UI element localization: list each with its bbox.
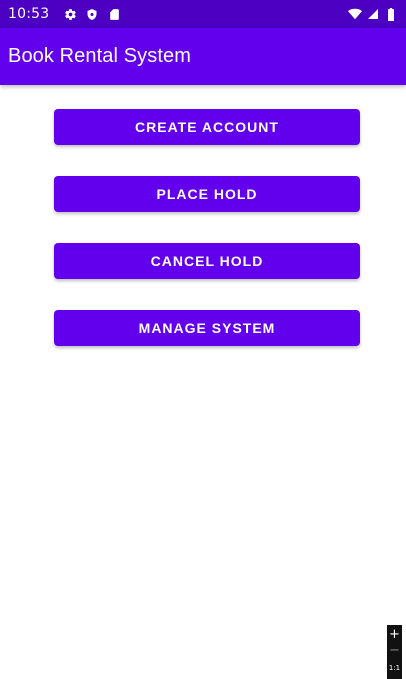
shield-icon	[85, 7, 99, 21]
status-time: 10:53	[8, 6, 50, 22]
place-hold-button[interactable]: PLACE HOLD	[54, 176, 360, 212]
zoom-in-button[interactable]: +	[389, 627, 400, 643]
zoom-control: + − 1:1	[387, 625, 402, 679]
manage-system-button[interactable]: MANAGE SYSTEM	[54, 310, 360, 346]
battery-icon	[384, 7, 398, 21]
zoom-level: 1:1	[388, 664, 401, 672]
sd-card-icon	[107, 7, 121, 21]
action-buttons: CREATE ACCOUNT PLACE HOLD CANCEL HOLD MA…	[54, 109, 360, 377]
app-title: Book Rental System	[8, 45, 191, 67]
create-account-button[interactable]: CREATE ACCOUNT	[54, 109, 360, 145]
app-bar: Book Rental System	[0, 28, 406, 85]
status-bar: 10:53	[0, 0, 406, 28]
zoom-out-button[interactable]: −	[389, 643, 400, 659]
cancel-hold-button[interactable]: CANCEL HOLD	[54, 243, 360, 279]
settings-icon	[63, 7, 77, 21]
signal-icon	[366, 7, 380, 21]
status-left: 10:53	[8, 6, 121, 22]
wifi-icon	[348, 7, 362, 21]
status-right	[348, 7, 398, 21]
